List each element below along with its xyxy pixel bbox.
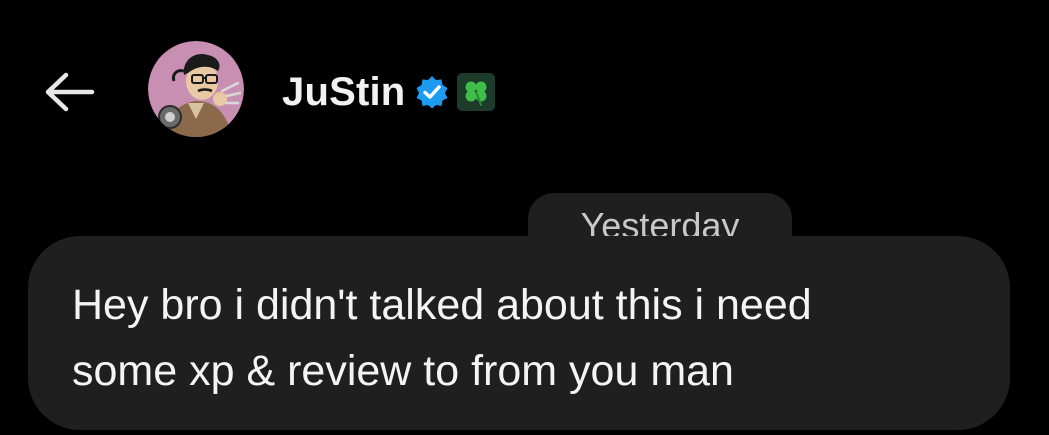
message-text: Hey bro i didn't talked about this i nee… xyxy=(72,281,812,395)
verified-badge-icon xyxy=(415,75,449,109)
chat-header: JuStin xyxy=(0,0,1049,180)
back-button[interactable] xyxy=(38,60,102,124)
title-row[interactable]: JuStin xyxy=(282,64,496,120)
user-avatar-icon xyxy=(148,41,244,137)
arrow-left-icon xyxy=(45,72,95,112)
user-name: JuStin xyxy=(282,69,406,114)
clover-icon xyxy=(457,73,496,111)
avatar[interactable] xyxy=(148,41,244,137)
